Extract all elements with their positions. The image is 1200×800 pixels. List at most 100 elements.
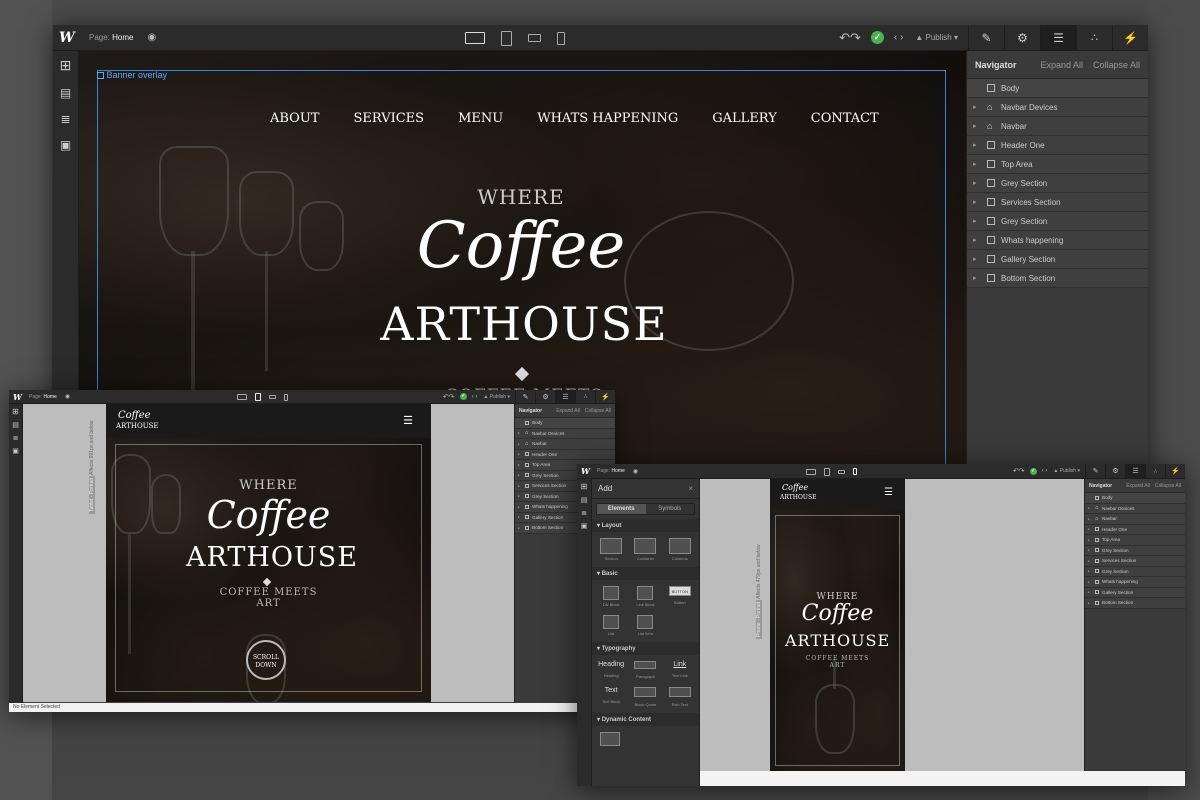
expand-caret-icon[interactable]: ▸ [973,141,987,149]
publish-button[interactable]: ▲ Publish ▾ [915,33,958,42]
navigator-icon[interactable]: ☰ [555,390,575,403]
tile-heading[interactable]: Heading Heading [594,661,628,679]
menu-whats-happening[interactable]: WHATS HAPPENING [537,111,678,126]
navigator-item[interactable]: ▸ Header One [515,449,615,460]
navigator-item[interactable]: ▸ Top Area [1085,535,1185,546]
navigator-item[interactable]: ▸ Gallery Section [1085,587,1185,598]
desktop-icon[interactable] [237,394,247,400]
expand-caret-icon[interactable]: ▸ [518,526,525,530]
undo-redo-icon[interactable]: ↶↷ [839,30,861,46]
phone-viewport[interactable]: Coffee ARTHOUSE ☰ WHERE Coffee ARTHOUSE … [770,479,905,771]
published-check-icon[interactable]: ✓ [1029,467,1037,475]
navigator-item[interactable]: ▸ Gallery Section [967,250,1148,269]
hamburger-menu-icon[interactable]: ☰ [403,414,413,427]
tile-list-item[interactable]: List Item [628,615,662,636]
phone-landscape-icon[interactable] [838,469,845,474]
expand-caret-icon[interactable]: ▸ [1088,580,1095,584]
undo-redo-icon[interactable]: ↶↷ [443,393,455,401]
phone-canvas-area[interactable]: Phone - Portrait Affects 479px and below… [700,479,1084,771]
navigator-item[interactable]: ▸ Whats happening [967,231,1148,250]
menu-gallery[interactable]: GALLERY [712,111,777,126]
published-check-icon[interactable]: ✓ [459,393,467,400]
code-icon[interactable]: ‹ › [1042,468,1048,474]
settings-gear-icon[interactable]: ⚙ [1004,25,1040,50]
navigator-item[interactable]: Body [1085,493,1185,504]
expand-caret-icon[interactable]: ▸ [518,515,525,519]
interactions-icon[interactable]: ⚡ [1112,25,1148,50]
expand-caret-icon[interactable]: ▸ [1088,538,1095,542]
expand-all-link[interactable]: Expand All [1040,60,1083,70]
style-manager-icon[interactable]: ∴ [575,390,595,403]
navigator-item[interactable]: ▸ Header One [967,136,1148,155]
expand-caret-icon[interactable]: ▸ [1088,527,1095,531]
tablet-canvas-area[interactable]: Tablet - Portrait Affects 991px and belo… [23,404,514,702]
navigator-item[interactable]: Body [515,418,615,429]
navbar-logo-coffee[interactable]: Coffee [118,410,151,421]
navigator-item[interactable]: ▸ ⌂ Navbar [1085,514,1185,525]
expand-caret-icon[interactable]: ▸ [1088,548,1095,552]
expand-caret-icon[interactable]: ▸ [973,236,987,244]
expand-caret-icon[interactable]: ▸ [973,274,987,282]
cms-database-icon[interactable]: ≣ [9,434,22,442]
navigator-item[interactable]: ▸ Grey Section [1085,545,1185,556]
eye-icon[interactable]: ◉ [633,468,638,475]
expand-caret-icon[interactable]: ▸ [518,505,525,509]
navigator-item[interactable]: ▸ Services Section [967,193,1148,212]
eye-icon[interactable]: ◉ [65,393,70,400]
collapse-all-link[interactable]: Collapse All [1155,483,1181,489]
eye-icon[interactable]: ◉ [147,32,156,43]
page-selector[interactable]: Page: Home [29,394,57,400]
section-dynamic-header[interactable]: ▾ Dynamic Content [592,713,699,726]
expand-caret-icon[interactable]: ▸ [518,473,525,477]
tile-paragraph[interactable]: Paragraph [628,661,662,679]
page-selector[interactable]: Page: Home [89,33,133,42]
navigator-icon[interactable]: ☰ [1040,25,1076,50]
style-manager-icon[interactable]: ∴ [1145,464,1165,478]
tile-columns[interactable]: Columns [668,538,691,561]
expand-caret-icon[interactable]: ▸ [973,122,987,130]
pages-icon[interactable]: ▤ [9,421,22,429]
desktop-icon[interactable] [806,468,816,475]
menu-about[interactable]: ABOUT [270,111,319,126]
add-icon[interactable]: ⊞ [53,57,78,74]
phone-landscape-icon[interactable] [269,395,276,399]
expand-caret-icon[interactable]: ▸ [973,198,987,206]
settings-gear-icon[interactable]: ⚙ [535,390,555,403]
menu-services[interactable]: SERVICES [353,111,424,126]
pages-icon[interactable]: ▤ [577,496,591,504]
tile-rich-text[interactable]: Rich Text [663,687,697,707]
menu-contact[interactable]: CONTACT [811,111,879,126]
section-layout-header[interactable]: ▾ Layout [592,519,699,532]
expand-caret-icon[interactable]: ▸ [1088,517,1095,521]
navigator-item[interactable]: ▸ Services Section [1085,556,1185,567]
webflow-logo-icon[interactable]: W [581,466,593,476]
expand-caret-icon[interactable]: ▸ [518,463,525,467]
page-selector[interactable]: Page: Home [597,468,625,474]
tile-block-quote[interactable]: Block Quote [628,687,662,707]
code-icon[interactable]: ‹ › [894,32,903,43]
tile-link-block[interactable]: Link Block [628,586,662,607]
navigator-item[interactable]: ▸ Header One [1085,524,1185,535]
tablet-icon[interactable] [824,467,830,476]
assets-icon[interactable]: ▣ [9,447,22,455]
tile-text-block[interactable]: Text Text Block [594,687,628,707]
tile-section[interactable]: Section [600,538,623,561]
expand-caret-icon[interactable]: ▸ [518,431,525,435]
expand-all-link[interactable]: Expand All [556,408,580,414]
expand-caret-icon[interactable]: ▸ [1088,590,1095,594]
navigator-item[interactable]: ▸ ⌂ Navbar Devices [1085,503,1185,514]
phone-portrait-icon[interactable] [557,31,565,45]
phone-portrait-icon[interactable] [284,393,288,401]
navbar-logo-coffee[interactable]: Coffee [782,483,808,492]
interactions-icon[interactable]: ⚡ [595,390,615,403]
tile-collection-list[interactable] [600,732,620,746]
navigator-item[interactable]: ▸ Whats happening [1085,577,1185,588]
cms-database-icon[interactable]: ≣ [577,509,591,517]
expand-caret-icon[interactable]: ▸ [973,217,987,225]
expand-caret-icon[interactable]: ▸ [973,160,987,168]
phone-landscape-icon[interactable] [528,34,541,42]
tile-list[interactable]: List [594,615,628,636]
navigator-item[interactable]: ▸ Grey Section [967,212,1148,231]
navigator-item[interactable]: Body [967,79,1148,98]
tile-text-link[interactable]: Link Text Link [663,661,697,679]
